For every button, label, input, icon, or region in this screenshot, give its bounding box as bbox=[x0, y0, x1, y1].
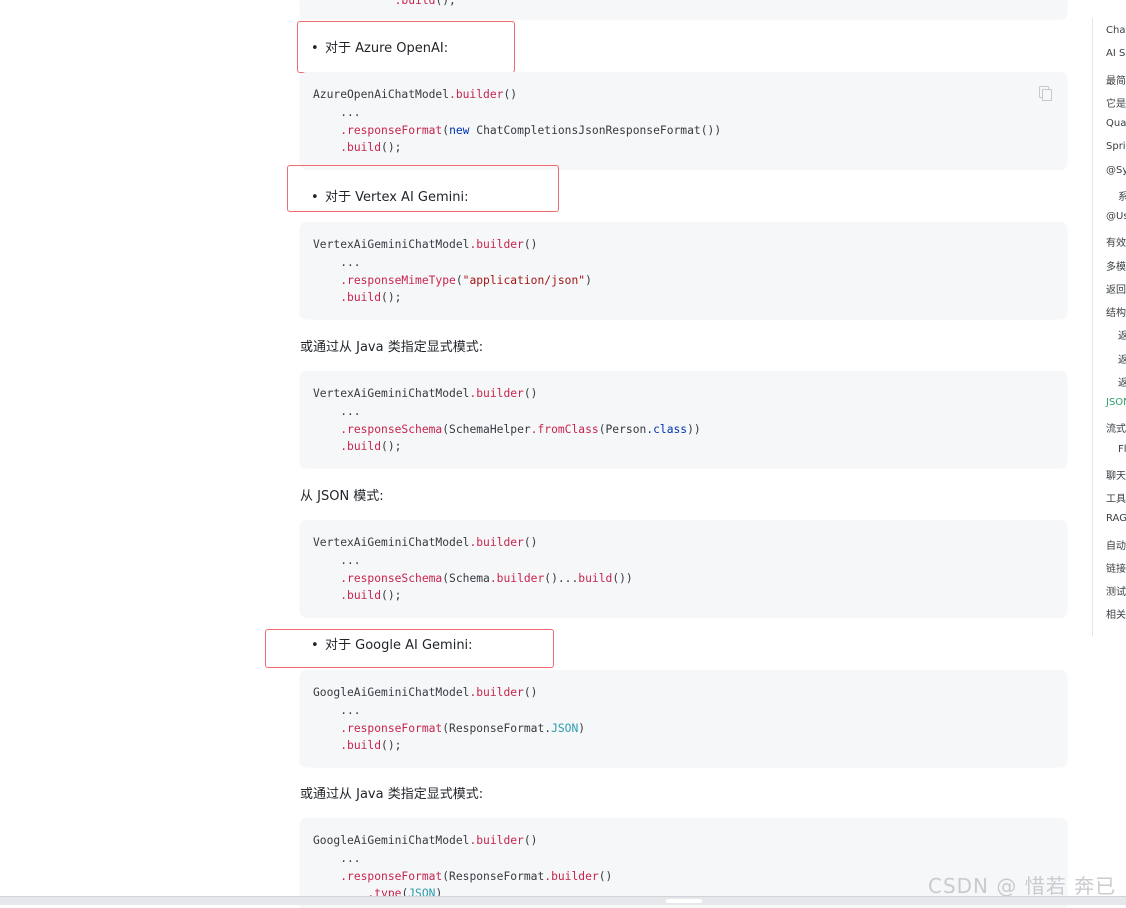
bullet-azure: • 对于 Azure OpenAI: bbox=[311, 37, 448, 56]
toc-item[interactable]: 多模 bbox=[1106, 258, 1126, 273]
bullet-text: 对于 Vertex AI Gemini: bbox=[325, 190, 469, 205]
toc-item[interactable]: 返 bbox=[1118, 327, 1126, 342]
bullet-dot-icon: • bbox=[311, 638, 319, 653]
toc-item[interactable]: 自动 bbox=[1106, 537, 1126, 552]
paragraph-json-schema: 从 JSON 模式: bbox=[300, 489, 384, 504]
toc-item[interactable]: @Sy bbox=[1106, 165, 1126, 176]
toc-item[interactable]: 聊天 bbox=[1106, 467, 1126, 482]
toc-item[interactable]: 返 bbox=[1118, 374, 1126, 389]
paragraph-java-schema-2: 或通过从 Java 类指定显式模式: bbox=[300, 787, 484, 802]
code-text: VertexAiGeminiChatModel.builder() ... .r… bbox=[313, 238, 592, 305]
bullet-text: 对于 Google AI Gemini: bbox=[325, 638, 473, 653]
bullet-dot-icon: • bbox=[311, 41, 319, 56]
toc-item[interactable]: 系 bbox=[1118, 188, 1126, 203]
paragraph-java-schema-1: 或通过从 Java 类指定显式模式: bbox=[300, 340, 484, 355]
bullet-text: 对于 Azure OpenAI: bbox=[325, 41, 449, 56]
code-text: GoogleAiGeminiChatModel.builder() ... .r… bbox=[313, 686, 586, 753]
code-block-top-tail: .build(); bbox=[300, 0, 1067, 18]
toc-item[interactable]: 有效 bbox=[1106, 234, 1126, 249]
toc-item[interactable]: Qua bbox=[1106, 118, 1126, 129]
code-text: AzureOpenAiChatModel.builder() ... .resp… bbox=[313, 88, 722, 155]
toc-item[interactable]: Chat bbox=[1106, 25, 1126, 36]
toc-item[interactable]: 返回 bbox=[1106, 281, 1126, 296]
toc-item[interactable]: 返 bbox=[1118, 351, 1126, 366]
code-block-google-1: GoogleAiGeminiChatModel.builder() ... .r… bbox=[300, 670, 1067, 766]
toc-item[interactable]: @Us bbox=[1106, 211, 1126, 222]
toc-item[interactable]: 相关 bbox=[1106, 606, 1126, 621]
toc-item[interactable]: 测试 bbox=[1106, 583, 1126, 598]
toc-item[interactable]: RAG bbox=[1106, 513, 1126, 524]
code-block-azure: AzureOpenAiChatModel.builder() ... .resp… bbox=[300, 72, 1067, 168]
copy-icon[interactable] bbox=[1033, 82, 1055, 104]
toc-item-active[interactable]: JSON bbox=[1106, 397, 1126, 408]
toc-item[interactable]: 结构 bbox=[1106, 304, 1126, 319]
code-text: VertexAiGeminiChatModel.builder() ... .r… bbox=[313, 387, 701, 454]
code-text: VertexAiGeminiChatModel.builder() ... .r… bbox=[313, 536, 633, 603]
toc-item[interactable]: Spri bbox=[1106, 141, 1126, 152]
toc-item[interactable]: 链接 bbox=[1106, 560, 1126, 575]
scrollbar-thumb[interactable] bbox=[666, 899, 702, 903]
code-block-vertex-1: VertexAiGeminiChatModel.builder() ... .r… bbox=[300, 222, 1067, 318]
toc-item[interactable]: AI S bbox=[1106, 48, 1125, 59]
toc-item[interactable]: 它是 bbox=[1106, 95, 1126, 110]
toc-item[interactable]: 最简 bbox=[1106, 72, 1126, 87]
code-block-vertex-3: VertexAiGeminiChatModel.builder() ... .r… bbox=[300, 520, 1067, 616]
code-block-vertex-2: VertexAiGeminiChatModel.builder() ... .r… bbox=[300, 371, 1067, 467]
code-text: .build(); bbox=[394, 0, 456, 7]
csdn-watermark: CSDN @ 惜若 奔已 bbox=[928, 874, 1117, 898]
bullet-google: • 对于 Google AI Gemini: bbox=[311, 634, 473, 653]
toc-item[interactable]: Fl bbox=[1118, 444, 1126, 455]
bullet-vertex: • 对于 Vertex AI Gemini: bbox=[311, 186, 469, 205]
bullet-dot-icon: • bbox=[311, 190, 319, 205]
table-of-contents: Chat AI S 最简 它是 Qua Spri @Sy 系 @Us 有效 多模… bbox=[1092, 18, 1126, 636]
toc-item[interactable]: 工具 bbox=[1106, 490, 1126, 505]
toc-item[interactable]: 流式 bbox=[1106, 420, 1126, 435]
